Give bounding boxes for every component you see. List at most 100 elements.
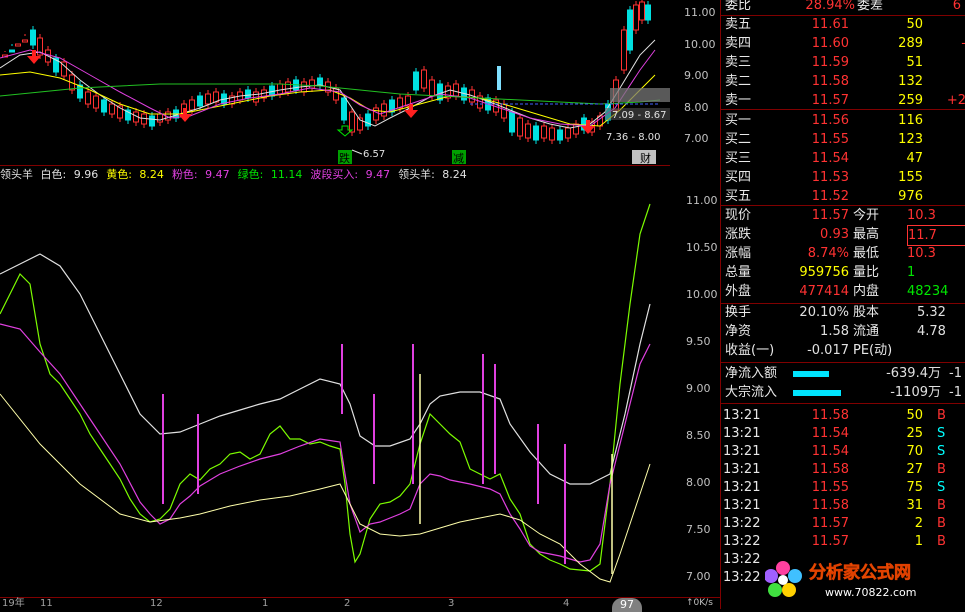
candle	[381, 103, 387, 117]
svg-text:www.70822.com: www.70822.com	[825, 586, 916, 599]
trade-tick-row[interactable]: 13:21 11.54 25 S	[721, 424, 965, 443]
price-axis-tick: 10.00	[684, 38, 716, 51]
quote-row[interactable]: 涨跌 0.93 最高 11.7	[721, 225, 965, 246]
indicator-bar: 领头羊 白色: 9.96 黄色: 8.24 粉色: 9.47 绿色: 11.14 波段买…	[0, 166, 720, 184]
bid-row[interactable]: 买二 11.55 123	[721, 130, 965, 149]
ask-row[interactable]: 卖五 11.61 50	[721, 15, 965, 34]
bid-row[interactable]: 买一 11.56 116	[721, 111, 965, 130]
order-ratio-row[interactable]: 委比 28.94% 委差 6	[721, 0, 965, 15]
quote-row[interactable]: 现价 11.57 今开 10.3	[721, 206, 965, 225]
quote-label-2: 最低	[853, 246, 880, 261]
tick-side: S	[937, 444, 946, 459]
flow-label: 净流入额	[725, 366, 778, 381]
indicator-item-label: 粉色:	[171, 168, 198, 181]
date-tick: 12	[150, 598, 163, 609]
fundamental-row[interactable]: 净资 1.58 流通 4.78	[721, 322, 965, 341]
quote-value-2: 10.3	[907, 246, 936, 261]
bid-price: 11.54	[811, 151, 849, 166]
quote-label-2: 最高	[853, 227, 880, 242]
candle	[157, 113, 163, 123]
candle	[197, 95, 203, 107]
ask-row[interactable]: 卖四 11.60 289-	[721, 34, 965, 53]
flow-bar	[793, 390, 841, 396]
candle	[245, 89, 251, 99]
fund-label: 收益(一)	[725, 343, 775, 358]
fund-label-2: 股本	[853, 305, 880, 320]
bid-row[interactable]: 买五 11.52 976	[721, 187, 965, 206]
tick-time: 13:22	[723, 534, 761, 549]
candle	[621, 29, 627, 71]
indicator-axis-tick: 7.50	[686, 523, 711, 536]
bid-price: 11.52	[811, 189, 849, 204]
ask-label: 卖三	[725, 55, 752, 70]
candle	[15, 43, 21, 47]
tick-side: B	[937, 534, 946, 549]
trade-tick-row[interactable]: 13:22 11.57 1 B	[721, 532, 965, 551]
ask-volume: 50	[906, 17, 923, 32]
tick-side: S	[937, 426, 946, 441]
tick-price: 11.57	[811, 534, 849, 549]
bid-label: 买一	[725, 113, 752, 128]
fund-value: 20.10%	[799, 305, 849, 320]
range-label-2: 7.36 - 8.00	[606, 132, 661, 143]
price-chart[interactable]: 7.09 - 8.67 7.36 - 8.00 6.57 跌 减 财	[0, 0, 670, 166]
upload-icon: ↑	[686, 598, 694, 608]
candle	[437, 83, 443, 101]
indicator-item: 白色: 9.96	[41, 168, 103, 181]
flow-label: 大宗流入	[725, 385, 778, 400]
date-tick: 4	[563, 598, 570, 609]
indicator-item-label: 绿色:	[237, 168, 264, 181]
candle	[22, 39, 28, 43]
tick-time: 13:21	[723, 408, 761, 423]
tick-volume: 31	[906, 498, 923, 513]
quote-value: 8.74%	[807, 246, 849, 261]
trade-tick-row[interactable]: 13:21 11.55 75 S	[721, 478, 965, 497]
candle	[349, 111, 355, 133]
price-axis: 11.00 10.00 9.00 8.00 7.00	[670, 0, 720, 166]
date-tick: 1	[262, 598, 269, 609]
quote-row[interactable]: 外盘 477414 内盘 48234	[721, 282, 965, 301]
flow-row[interactable]: 大宗流入 -1109万 -1	[721, 383, 965, 402]
ask-row[interactable]: 卖三 11.59 51	[721, 53, 965, 72]
quote-row[interactable]: 总量 959756 量比 1	[721, 263, 965, 282]
trade-tick-row[interactable]: 13:21 11.58 27 B	[721, 460, 965, 479]
bid-price: 11.53	[811, 170, 849, 185]
tag-3: 财	[640, 151, 651, 165]
trade-tick-row[interactable]: 13:21 11.58 50 B	[721, 406, 965, 425]
indicator-item-label: 波段买入:	[310, 168, 359, 181]
fundamental-row[interactable]: 换手 20.10% 股本 5.32	[721, 303, 965, 322]
indicator-item-value: 9.47	[201, 168, 230, 181]
indicator-item-value: 8.24	[135, 168, 164, 181]
indicator-chart[interactable]	[0, 184, 670, 597]
fundamental-row[interactable]: 收益(一) -0.017 PE(动)	[721, 341, 965, 360]
candle	[101, 99, 107, 113]
quote-row[interactable]: 涨幅 8.74% 最低 10.3	[721, 244, 965, 263]
indicator-item-label: 白色:	[40, 168, 67, 181]
indicator-item: 黄色: 8.24	[106, 168, 168, 181]
bid-label: 买二	[725, 132, 752, 147]
tag-1: 跌	[339, 151, 350, 165]
indicator-axis-tick: 9.50	[686, 335, 711, 348]
quote-label-2: 今开	[853, 208, 880, 223]
quote-label-2: 量比	[853, 265, 880, 280]
bid-row[interactable]: 买四 11.53 155	[721, 168, 965, 187]
ask-row[interactable]: 卖二 11.58 132	[721, 72, 965, 91]
ask-label: 卖五	[725, 17, 752, 32]
tick-time: 13:21	[723, 498, 761, 513]
indicator-axis: 11.00 10.50 10.00 9.50 9.00 8.50 8.00 7.50 7.00	[670, 184, 720, 597]
candle	[565, 127, 571, 139]
quote-label: 外盘	[725, 284, 752, 299]
trade-tick-row[interactable]: 13:21 11.54 70 S	[721, 442, 965, 461]
speed-badge[interactable]: 97	[612, 598, 642, 612]
trade-tick-row[interactable]: 13:21 11.58 31 B	[721, 496, 965, 515]
ask-volume: 132	[898, 74, 923, 89]
bid-row[interactable]: 买三 11.54 47	[721, 149, 965, 168]
flow-row[interactable]: 净流入额 -639.4万 -1	[721, 364, 965, 383]
trade-tick-row[interactable]: 13:22 11.57 2 B	[721, 514, 965, 533]
indicator-item-value: 9.47	[362, 168, 391, 181]
fund-label: 净资	[725, 324, 752, 339]
ask-row[interactable]: 卖一 11.57 259 +2	[721, 91, 965, 110]
bid-volume: 155	[898, 170, 923, 185]
candle	[645, 4, 651, 21]
fund-value-2: 4.78	[917, 324, 946, 339]
